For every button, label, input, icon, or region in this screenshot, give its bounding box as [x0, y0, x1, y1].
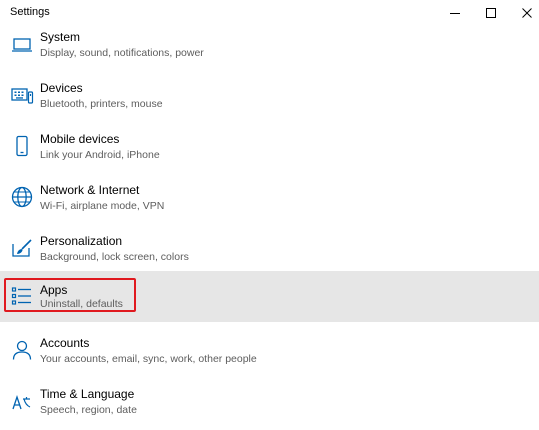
settings-item-mobile-devices[interactable]: Mobile devices Link your Android, iPhone	[0, 124, 539, 175]
settings-item-label: Network & Internet	[40, 183, 140, 197]
settings-item-devices[interactable]: Devices Bluetooth, printers, mouse	[0, 73, 539, 124]
highlight-box	[4, 278, 136, 312]
settings-item-accounts[interactable]: Accounts Your accounts, email, sync, wor…	[0, 328, 539, 379]
settings-item-description: Speech, region, date	[40, 404, 137, 416]
laptop-icon	[10, 32, 34, 56]
person-icon	[10, 338, 34, 362]
settings-item-description: Your accounts, email, sync, work, other …	[40, 353, 257, 365]
settings-item-description: Bluetooth, printers, mouse	[40, 98, 163, 110]
settings-item-time-language[interactable]: Time & Language Speech, region, date	[0, 379, 539, 430]
settings-item-description: Wi-Fi, airplane mode, VPN	[40, 200, 165, 212]
settings-item-label: Mobile devices	[40, 132, 120, 146]
settings-item-label: Accounts	[40, 336, 90, 350]
phone-icon	[10, 134, 34, 158]
maximize-icon	[486, 8, 496, 18]
close-icon	[522, 8, 532, 18]
settings-item-network-internet[interactable]: Network & Internet Wi-Fi, airplane mode,…	[0, 175, 539, 226]
settings-item-description: Link your Android, iPhone	[40, 149, 160, 161]
settings-item-description: Display, sound, notifications, power	[40, 47, 204, 59]
globe-icon	[10, 185, 34, 209]
settings-item-label: Time & Language	[40, 387, 135, 401]
minimize-icon	[450, 13, 460, 14]
settings-item-description: Background, lock screen, colors	[40, 251, 189, 263]
settings-item-label: System	[40, 30, 81, 44]
time-language-icon	[10, 389, 34, 413]
settings-item-personalization[interactable]: Personalization Background, lock screen,…	[0, 226, 539, 277]
paint-brush-icon	[10, 236, 34, 260]
settings-item-system[interactable]: System Display, sound, notifications, po…	[0, 22, 539, 73]
settings-item-label: Devices	[40, 81, 83, 95]
keyboard-icon	[10, 83, 34, 107]
window-title: Settings	[10, 6, 50, 18]
settings-item-label: Personalization	[40, 234, 123, 248]
